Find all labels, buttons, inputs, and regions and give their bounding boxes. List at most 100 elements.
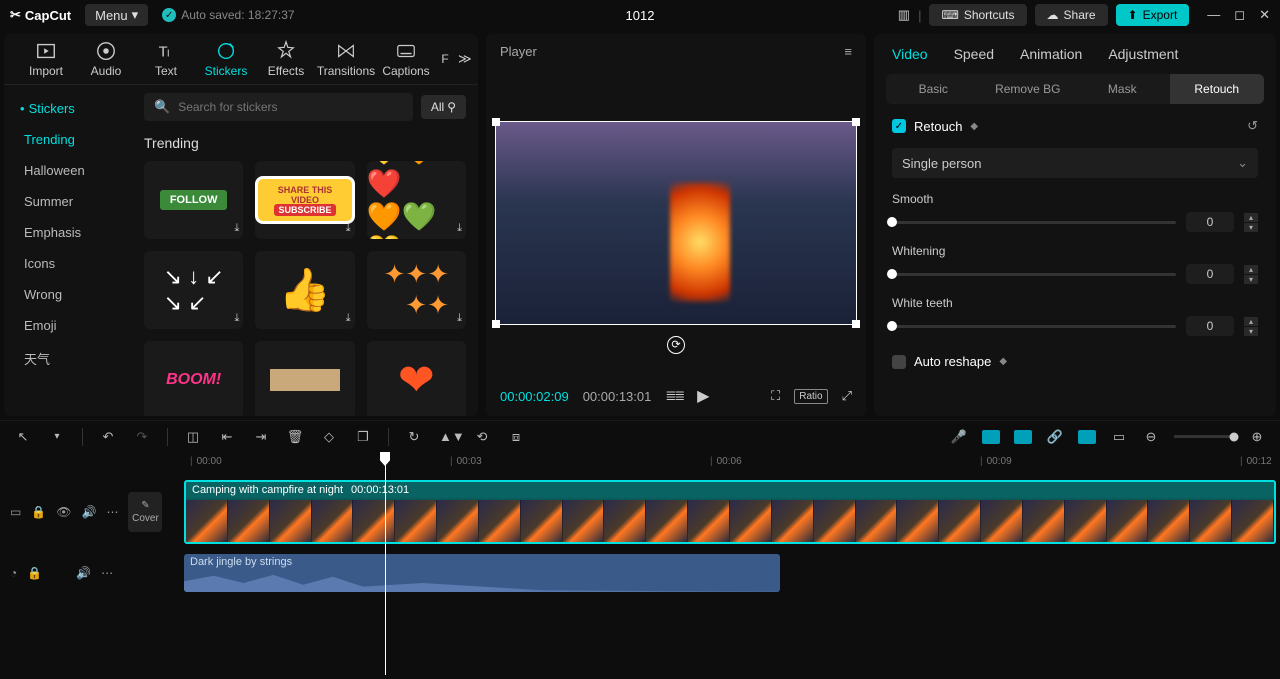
sticker-follow[interactable]: FOLLOW⤓ (144, 161, 243, 239)
search-input[interactable] (178, 100, 403, 114)
smooth-value[interactable]: 0 (1186, 212, 1234, 232)
retouch-checkbox[interactable]: ✓ (892, 119, 906, 133)
resize-handle-tr[interactable] (852, 118, 860, 126)
subtab-basic[interactable]: Basic (886, 74, 981, 104)
cat-trending[interactable]: Trending (4, 124, 132, 155)
smooth-down[interactable]: ▾ (1244, 223, 1258, 232)
minimize-button[interactable]: — (1207, 7, 1220, 23)
sticker-subscribe[interactable]: SHARE THIS VIDEOSUBSCRIBE⤓ (255, 161, 354, 239)
download-icon[interactable]: ⤓ (346, 312, 351, 325)
rotate-handle[interactable]: ⟳ (667, 336, 685, 354)
tool-chevron[interactable]: ▾ (48, 431, 66, 442)
duplicate-button[interactable]: ❐ (354, 429, 372, 445)
magnet-toggle-1[interactable] (982, 430, 1000, 444)
more-tabs-icon[interactable]: ≫ (458, 51, 472, 67)
crop-focus-icon[interactable]: ⛶ (771, 388, 780, 404)
cat-wrong[interactable]: Wrong (4, 279, 132, 310)
whiteteeth-down[interactable]: ▾ (1244, 327, 1258, 336)
audio-track[interactable]: Dark jingle by strings (180, 548, 1280, 598)
subtab-removebg[interactable]: Remove BG (981, 74, 1076, 104)
track-lock-icon[interactable]: 🔒 (27, 566, 42, 580)
download-icon[interactable]: ⤓ (346, 222, 351, 235)
tab-transitions[interactable]: Transitions (316, 40, 376, 78)
share-button[interactable]: ☁Share (1035, 4, 1108, 26)
redo-button[interactable]: ↷ (133, 429, 151, 445)
smooth-up[interactable]: ▴ (1244, 213, 1258, 222)
shortcuts-button[interactable]: ⌨Shortcuts (929, 4, 1026, 26)
cat-emoji[interactable]: Emoji (4, 310, 132, 341)
close-button[interactable]: ✕ (1259, 7, 1270, 23)
cat-icons[interactable]: Icons (4, 248, 132, 279)
cat-weather[interactable]: 天气 (4, 341, 132, 376)
smooth-slider[interactable] (892, 221, 1176, 224)
sticker-hearts[interactable]: 💛🧡❤️🧡💚💛⤓ (367, 161, 466, 239)
thumbnail-icon[interactable]: ▭ (1110, 429, 1128, 445)
cover-button[interactable]: ✎Cover (128, 492, 162, 532)
track-lock-icon[interactable]: 🔒 (31, 505, 46, 519)
fullscreen-icon[interactable]: ⤢ (842, 388, 852, 404)
tab-stickers[interactable]: Stickers (196, 40, 256, 78)
keyframe-icon[interactable]: ◆ (970, 121, 978, 132)
undo-button[interactable]: ↶ (99, 429, 117, 445)
cat-emphasis[interactable]: Emphasis (4, 217, 132, 248)
split-button[interactable]: ◫ (184, 429, 202, 445)
video-track[interactable]: Camping with campfire at night00:00:13:0… (180, 476, 1280, 548)
track-collapse-icon[interactable]: ▭ (10, 505, 21, 519)
track-more-icon[interactable]: ⋯ (106, 505, 118, 519)
tab-animation[interactable]: Animation (1020, 46, 1082, 62)
track-mute-icon[interactable]: 🔊 (82, 505, 97, 519)
download-icon[interactable]: ⤓ (457, 312, 462, 325)
whitening-up[interactable]: ▴ (1244, 265, 1258, 274)
person-mode-select[interactable]: Single person⌄ (892, 148, 1258, 178)
subtab-retouch[interactable]: Retouch (1170, 74, 1265, 104)
sticker-tape[interactable] (255, 341, 354, 416)
tab-audio[interactable]: Audio (76, 40, 136, 78)
maximize-button[interactable]: ◻ (1234, 7, 1245, 23)
tab-captions[interactable]: Captions (376, 40, 436, 78)
magnet-toggle-2[interactable] (1014, 430, 1032, 444)
keyframe-icon[interactable]: ◆ (999, 356, 1007, 367)
sticker-search[interactable]: 🔍 (144, 93, 413, 121)
sticker-arrows[interactable]: ↘ ↓ ↙↘ ↙⤓ (144, 251, 243, 329)
whiteteeth-value[interactable]: 0 (1186, 316, 1234, 336)
marker-button[interactable]: ◇ (320, 429, 338, 445)
select-tool[interactable]: ↖ (14, 429, 32, 445)
filter-button[interactable]: All⚲ (421, 95, 466, 119)
whiteteeth-slider[interactable] (892, 325, 1176, 328)
track-eye-icon[interactable]: 👁 (56, 505, 71, 519)
reverse-button[interactable]: ↻ (405, 429, 423, 445)
trim-right-button[interactable]: ⇥ (252, 429, 270, 445)
reset-icon[interactable]: ↺ (1247, 118, 1258, 134)
whitening-value[interactable]: 0 (1186, 264, 1234, 284)
audio-clip[interactable]: Dark jingle by strings (184, 554, 780, 592)
tab-text[interactable]: TIText (136, 40, 196, 78)
video-clip[interactable]: Camping with campfire at night00:00:13:0… (184, 480, 1276, 544)
auto-reshape-checkbox[interactable] (892, 355, 906, 369)
tab-filters[interactable]: F (436, 52, 454, 66)
export-button[interactable]: ⬆Export (1116, 4, 1190, 26)
sticker-root[interactable]: • Stickers (4, 93, 132, 124)
tab-import[interactable]: Import (16, 40, 76, 78)
rotate-button[interactable]: ⟲ (473, 429, 491, 445)
sticker-boom[interactable]: BOOM! (144, 341, 243, 416)
tab-speed[interactable]: Speed (954, 46, 994, 62)
mic-icon[interactable]: 🎤 (950, 429, 968, 445)
play-button[interactable]: ▶ (697, 386, 709, 406)
whitening-down[interactable]: ▾ (1244, 275, 1258, 284)
tab-effects[interactable]: Effects (256, 40, 316, 78)
playhead[interactable] (385, 452, 386, 675)
cat-halloween[interactable]: Halloween (4, 155, 132, 186)
track-more-icon[interactable]: ⋯ (101, 566, 113, 580)
whiteteeth-up[interactable]: ▴ (1244, 317, 1258, 326)
zoom-in-button[interactable]: ⊕ (1248, 429, 1266, 445)
ratio-button[interactable]: Ratio (794, 389, 827, 404)
whitening-slider[interactable] (892, 273, 1176, 276)
download-icon[interactable]: ⤓ (234, 222, 239, 235)
tab-adjustment[interactable]: Adjustment (1108, 46, 1178, 62)
link-icon[interactable]: 🔗 (1046, 429, 1064, 445)
resize-handle-br[interactable] (852, 320, 860, 328)
timeline-ruler[interactable]: 00:00 00:03 00:06 00:09 00:12 (180, 452, 1280, 476)
crop-button[interactable]: ⧈ (507, 429, 525, 445)
cat-summer[interactable]: Summer (4, 186, 132, 217)
zoom-slider[interactable] (1174, 435, 1234, 438)
